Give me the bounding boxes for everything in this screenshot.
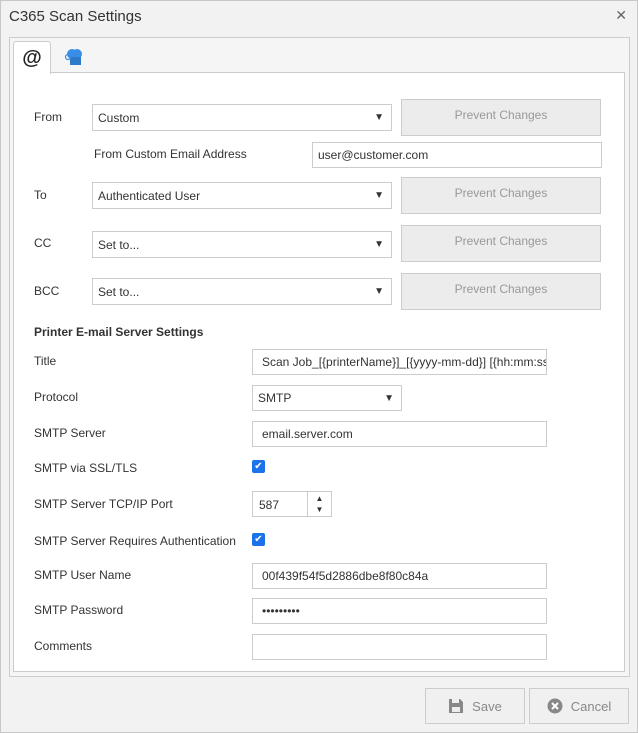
server-settings-heading: Printer E-mail Server Settings: [34, 325, 204, 339]
bcc-select[interactable]: Set to... ▼: [92, 278, 392, 305]
password-input[interactable]: •••••••••: [252, 598, 547, 624]
chevron-down-icon: ▼: [374, 190, 384, 201]
to-prevent-changes-button[interactable]: Prevent Changes: [401, 177, 601, 214]
protocol-label: Protocol: [34, 390, 79, 404]
cancel-icon: [547, 698, 563, 714]
increment-icon[interactable]: ▲: [308, 493, 331, 504]
auth-checkbox[interactable]: ✔: [252, 533, 265, 546]
cloud-printer-icon: [64, 49, 82, 65]
username-label: SMTP User Name: [34, 568, 132, 582]
smtp-server-input[interactable]: email.server.com: [252, 421, 547, 447]
save-icon: [449, 699, 464, 713]
save-button[interactable]: Save: [425, 688, 525, 724]
ssl-label: SMTP via SSL/TLS: [34, 461, 138, 475]
password-label: SMTP Password: [34, 603, 124, 617]
cc-prevent-changes-button[interactable]: Prevent Changes: [401, 225, 601, 262]
save-label: Save: [472, 698, 502, 714]
cancel-button[interactable]: Cancel: [529, 688, 629, 724]
dialog-title: C365 Scan Settings: [9, 8, 142, 25]
from-select[interactable]: Custom ▼: [92, 104, 392, 131]
decrement-icon[interactable]: ▼: [308, 504, 331, 515]
to-value: Authenticated User: [98, 188, 201, 203]
from-value: Custom: [98, 110, 140, 125]
port-stepper[interactable]: 587 ▲ ▼: [252, 491, 332, 517]
bcc-label: BCC: [34, 284, 60, 298]
ssl-checkbox[interactable]: ✔: [252, 460, 265, 473]
bcc-value: Set to...: [98, 284, 140, 299]
cancel-label: Cancel: [570, 698, 612, 714]
protocol-select[interactable]: SMTP ▼: [252, 385, 402, 411]
protocol-value: SMTP: [258, 391, 292, 405]
to-label: To: [34, 188, 47, 202]
at-icon: @: [22, 46, 42, 69]
chevron-down-icon: ▼: [384, 392, 394, 404]
from-custom-label: From Custom Email Address: [94, 147, 247, 161]
chevron-down-icon: ▼: [374, 286, 384, 297]
to-select[interactable]: Authenticated User ▼: [92, 182, 392, 209]
username-input[interactable]: 00f439f54f5d2886dbe8f80c84a: [252, 563, 547, 589]
title-label: Title: [34, 354, 57, 368]
cc-value: Set to...: [98, 237, 140, 252]
close-icon[interactable]: ✕: [615, 7, 627, 24]
from-prevent-changes-button[interactable]: Prevent Changes: [401, 99, 601, 136]
title-input[interactable]: Scan Job_[{printerName}]_[{yyyy-mm-dd}] …: [252, 349, 547, 375]
tab-email[interactable]: @: [13, 41, 51, 74]
chevron-down-icon: ▼: [374, 239, 384, 250]
from-custom-email-input[interactable]: user@customer.com: [312, 142, 602, 168]
cc-select[interactable]: Set to... ▼: [92, 231, 392, 258]
auth-label: SMTP Server Requires Authentication: [34, 534, 236, 548]
cc-label: CC: [34, 236, 52, 250]
chevron-down-icon: ▼: [374, 112, 384, 123]
port-label: SMTP Server TCP/IP Port: [34, 497, 173, 511]
smtp-server-label: SMTP Server: [34, 426, 106, 440]
from-label: From: [34, 110, 62, 124]
comments-input[interactable]: [252, 634, 547, 660]
comments-label: Comments: [34, 639, 93, 653]
bcc-prevent-changes-button[interactable]: Prevent Changes: [401, 273, 601, 310]
port-value: 587: [259, 498, 280, 512]
tab-cloud-printer[interactable]: [55, 41, 93, 73]
